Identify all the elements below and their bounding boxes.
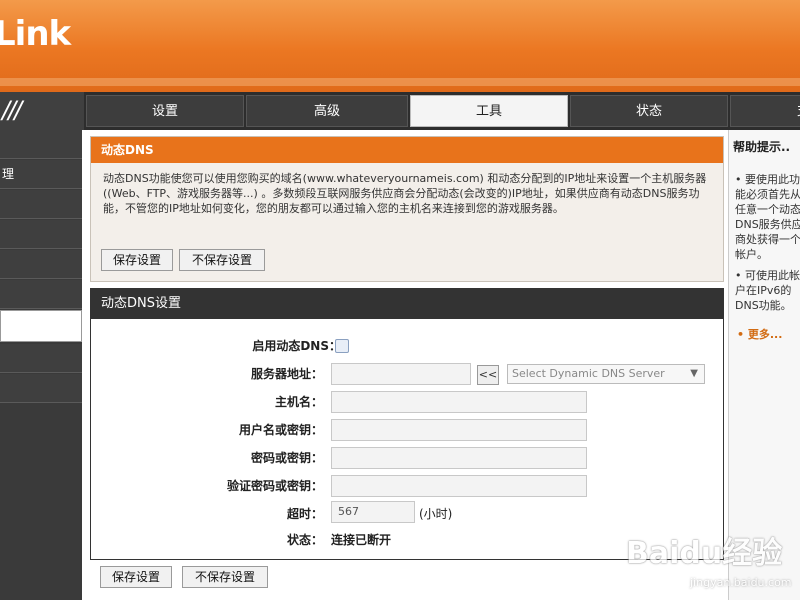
sidebar-item-9[interactable]: [0, 374, 82, 403]
header-banner: Link: [0, 0, 800, 92]
nav-slash-decoration: ///: [0, 92, 84, 130]
status-value: 连接已断开: [331, 533, 392, 547]
timeout-input[interactable]: 567: [331, 501, 415, 523]
password-label: 密码或密钥：: [250, 451, 323, 465]
verify-password-input[interactable]: [331, 475, 587, 497]
top-nav: /// 设置 高级 工具 状态 支: [0, 92, 800, 130]
ddns-settings-panel: 动态DNS设置 启用动态DNS： 服务器地址： << Select Dynami…: [90, 288, 724, 560]
sidebar-item-3[interactable]: [0, 190, 82, 219]
tab-setup[interactable]: 设置: [86, 95, 244, 127]
ddns-server-select[interactable]: Select Dynamic DNS Server ▼: [507, 364, 705, 384]
server-copy-button[interactable]: <<: [477, 365, 499, 385]
sidebar-item-6[interactable]: [0, 280, 82, 309]
baidu-watermark: Baidu经验 jingyan.baidu.com: [626, 528, 796, 598]
host-name-label: 主机名：: [274, 395, 323, 409]
server-address-value: [332, 367, 338, 380]
enable-ddns-label: 启用动态DNS：: [252, 339, 341, 353]
router-admin-page: Link /// 设置 高级 工具 状态 支 理 动态DNS 动态DNS功能使您…: [0, 0, 800, 600]
left-sidebar: 理: [0, 130, 82, 600]
help-title: 帮助提示..: [733, 140, 791, 154]
server-address-input[interactable]: [331, 363, 471, 385]
brand-logo: Link: [0, 14, 71, 54]
enable-ddns-checkbox[interactable]: [335, 339, 349, 353]
help-more-link[interactable]: • 更多...: [737, 326, 782, 342]
watermark-url: jingyan.baidu.com: [690, 576, 792, 589]
tab-support[interactable]: 支: [730, 95, 800, 127]
tab-tools[interactable]: 工具: [410, 95, 568, 127]
sidebar-item-2[interactable]: 理: [0, 160, 82, 189]
watermark-text: Baidu经验: [626, 536, 783, 571]
info-panel: 动态DNS 动态DNS功能使您可以使用您购买的域名(www.whateveryo…: [90, 136, 724, 282]
chevron-down-icon: ▼: [690, 368, 698, 379]
info-panel-description: 动态DNS功能使您可以使用您购买的域名(www.whateveryourname…: [103, 172, 707, 215]
verify-password-value: [332, 479, 338, 492]
verify-password-label: 验证密码或密钥：: [226, 479, 323, 493]
header-stripe: [0, 78, 800, 86]
password-value: [332, 451, 338, 464]
nosave-button[interactable]: 不保存设置: [182, 566, 268, 588]
timeout-label: 超时：: [286, 507, 323, 521]
server-address-label: 服务器地址：: [250, 367, 323, 381]
timeout-unit: (小时): [419, 507, 453, 521]
ddns-server-select-value: Select Dynamic DNS Server: [512, 367, 665, 380]
sidebar-item-5[interactable]: [0, 250, 82, 279]
sidebar-item-dynamic-dns[interactable]: [0, 310, 82, 342]
settings-title: 动态DNS设置: [91, 289, 723, 319]
sidebar-item-4[interactable]: [0, 220, 82, 249]
sidebar-item-8[interactable]: [0, 344, 82, 373]
host-name-value: [332, 395, 338, 408]
status-label: 状态：: [286, 533, 323, 547]
help-tip-1: • 要使用此功能必须首先从任意一个动态DNS服务供应商处获得一个帐户。: [735, 173, 800, 261]
username-input[interactable]: [331, 419, 587, 441]
info-panel-title: 动态DNS: [91, 137, 723, 163]
host-name-input[interactable]: [331, 391, 587, 413]
password-input[interactable]: [331, 447, 587, 469]
save-button[interactable]: 保存设置: [100, 566, 172, 588]
sidebar-item-1[interactable]: [0, 130, 82, 159]
username-label: 用户名或密钥：: [238, 423, 323, 437]
help-tip-2: • 可使用此帐户在IPv6的DNS功能。: [735, 269, 800, 312]
username-value: [332, 423, 338, 436]
info-nosave-button[interactable]: 不保存设置: [179, 249, 265, 271]
tab-status[interactable]: 状态: [570, 95, 728, 127]
info-save-button[interactable]: 保存设置: [101, 249, 173, 271]
timeout-value: 567: [338, 505, 359, 518]
tab-advanced[interactable]: 高级: [246, 95, 408, 127]
